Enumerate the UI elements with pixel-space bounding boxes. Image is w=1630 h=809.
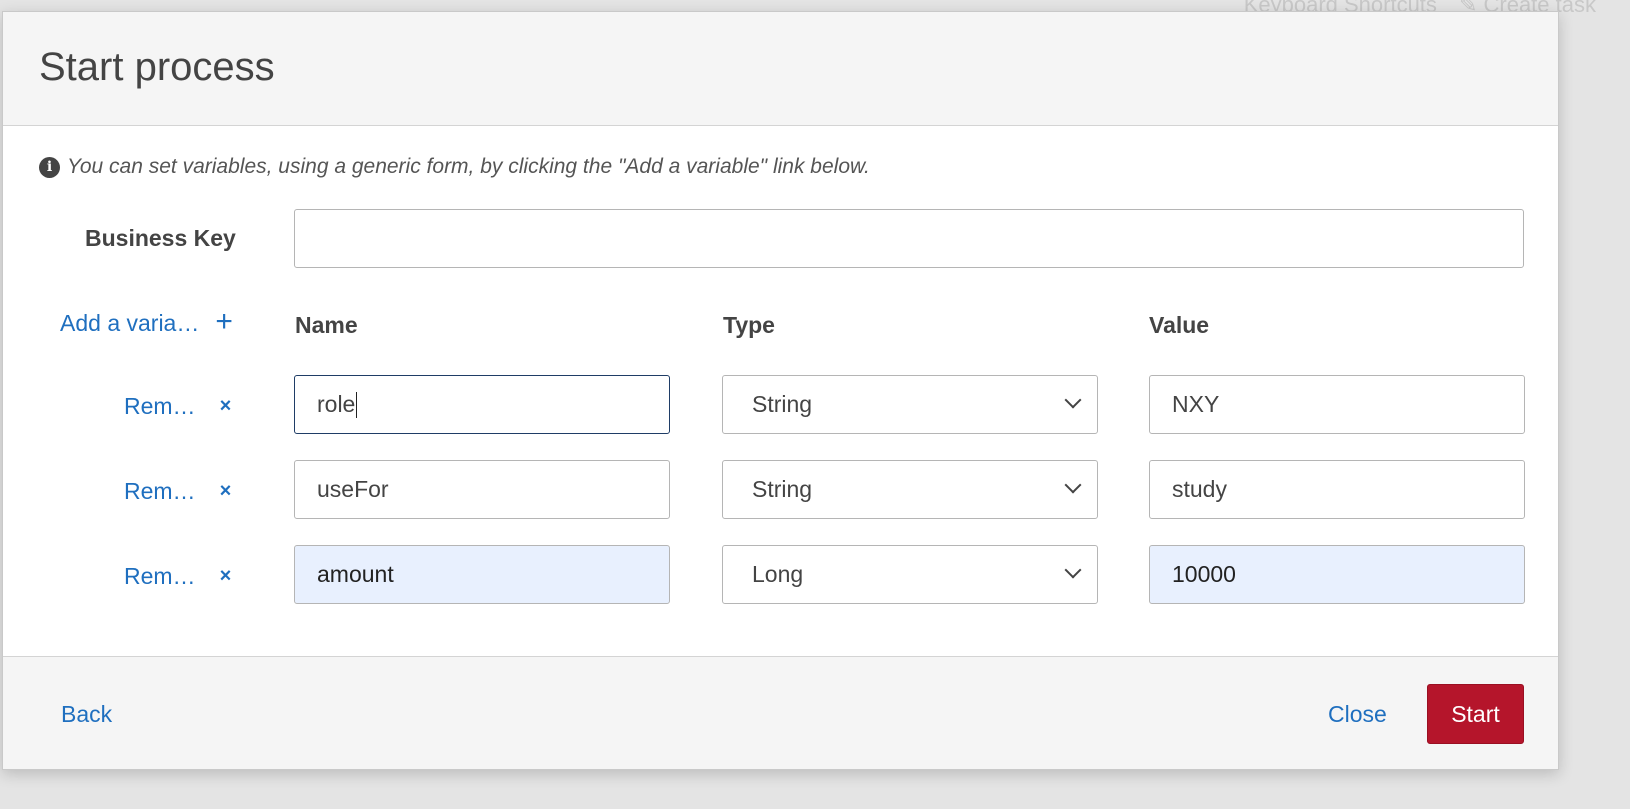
variable-name-text: role: [317, 391, 356, 417]
variable-type-value: String: [752, 476, 813, 502]
start-process-dialog: Start process i You can set variables, u…: [2, 11, 1559, 770]
add-variable-link[interactable]: Add a varia… +: [60, 304, 233, 338]
close-button[interactable]: Close: [1328, 701, 1387, 728]
chevron-down-icon: [1064, 561, 1082, 579]
variable-type-value: String: [752, 391, 813, 417]
variable-type-select[interactable]: Long: [722, 545, 1098, 604]
column-header-value: Value: [1149, 312, 1210, 338]
info-icon: i: [39, 156, 60, 178]
chevron-down-icon: [1064, 391, 1082, 409]
column-header-type: Type: [723, 312, 775, 338]
chevron-down-icon: [1064, 476, 1082, 494]
variable-type-select[interactable]: String: [722, 460, 1098, 519]
dialog-header: Start process: [3, 12, 1558, 126]
remove-label: Rem…: [124, 393, 196, 419]
plus-icon: +: [215, 304, 233, 338]
dialog-footer: Back Close Start: [3, 656, 1558, 769]
remove-variable-link[interactable]: Rem… ×: [124, 563, 231, 590]
business-key-input[interactable]: [294, 209, 1524, 268]
remove-label: Rem…: [124, 563, 196, 589]
dialog-body: i You can set variables, using a generic…: [3, 126, 1558, 657]
remove-icon: ×: [219, 395, 232, 417]
variable-type-value: Long: [752, 561, 804, 587]
variable-type-select[interactable]: String: [722, 375, 1098, 434]
variables-hint: i You can set variables, using a generic…: [39, 155, 870, 179]
remove-variable-link[interactable]: Rem… ×: [124, 478, 231, 505]
variable-name-input[interactable]: [294, 460, 670, 519]
dialog-title: Start process: [39, 45, 275, 89]
variable-value-input[interactable]: [1149, 545, 1525, 604]
add-variable-label: Add a varia…: [60, 310, 200, 336]
variable-value-input[interactable]: [1149, 460, 1525, 519]
remove-label: Rem…: [124, 478, 196, 504]
start-button[interactable]: Start: [1427, 684, 1524, 744]
text-cursor: [356, 391, 358, 418]
column-header-name: Name: [295, 312, 358, 338]
business-key-label: Business Key: [85, 225, 236, 251]
variable-name-input[interactable]: role: [294, 375, 670, 434]
variable-value-input[interactable]: [1149, 375, 1525, 434]
remove-icon: ×: [219, 480, 232, 502]
variable-name-input[interactable]: [294, 545, 670, 604]
remove-icon: ×: [219, 565, 232, 587]
back-button[interactable]: Back: [61, 701, 112, 728]
hint-text: You can set variables, using a generic f…: [67, 155, 870, 178]
remove-variable-link[interactable]: Rem… ×: [124, 393, 231, 420]
